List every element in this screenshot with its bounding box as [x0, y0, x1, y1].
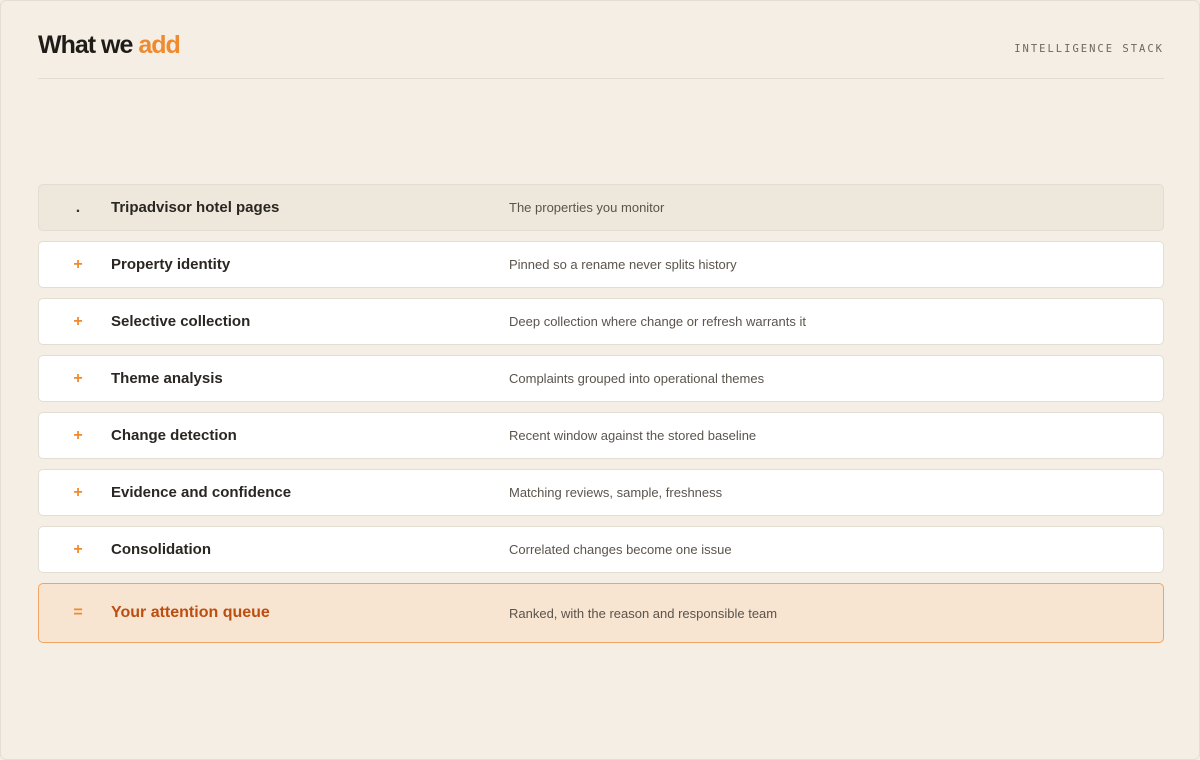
- plus-icon: +: [73, 255, 83, 273]
- row-name: Change detection: [111, 427, 237, 444]
- stack-row-attention-queue: = Your attention queue Ranked, with the …: [38, 583, 1164, 643]
- plus-icon: +: [73, 540, 83, 558]
- stack-row-evidence: + Evidence and confidence Matching revie…: [38, 469, 1164, 516]
- stack-row-selective-collection: + Selective collection Deep collection w…: [38, 298, 1164, 345]
- section-kicker: INTELLIGENCE STACK: [1014, 43, 1164, 55]
- title-accent: add: [138, 31, 180, 59]
- page-frame: What we add INTELLIGENCE STACK . Tripadv…: [0, 0, 1200, 760]
- row-name: Your attention queue: [111, 604, 270, 621]
- row-description: Pinned so a rename never splits history: [509, 257, 737, 272]
- plus-icon: +: [73, 426, 83, 444]
- page-title: What we add: [38, 31, 181, 60]
- row-description: Complaints grouped into operational them…: [509, 371, 765, 386]
- row-name: Selective collection: [111, 313, 251, 330]
- row-name: Tripadvisor hotel pages: [111, 199, 280, 216]
- row-description: Recent window against the stored baselin…: [509, 428, 757, 443]
- stack-row-consolidation: + Consolidation Correlated changes becom…: [38, 526, 1164, 573]
- plus-icon: +: [73, 483, 83, 501]
- equals-icon: =: [73, 604, 83, 621]
- title-main: What we: [38, 31, 139, 59]
- stack-row-change-detection: + Change detection Recent window against…: [38, 412, 1164, 459]
- row-description: Correlated changes become one issue: [509, 542, 732, 557]
- row-description: Deep collection where change or refresh …: [509, 314, 806, 329]
- dot-icon: .: [75, 198, 81, 216]
- row-name: Theme analysis: [111, 370, 223, 387]
- row-description: The properties you monitor: [509, 200, 665, 215]
- row-name: Evidence and confidence: [111, 484, 292, 501]
- row-name: Consolidation: [111, 541, 211, 558]
- stack-row-theme-analysis: + Theme analysis Complaints grouped into…: [38, 355, 1164, 402]
- header: What we add INTELLIGENCE STACK: [38, 29, 1164, 79]
- stack-row-property-identity: + Property identity Pinned so a rename n…: [38, 241, 1164, 288]
- row-description: Ranked, with the reason and responsible …: [509, 605, 778, 621]
- row-name: Property identity: [111, 256, 231, 273]
- row-description: Matching reviews, sample, freshness: [509, 485, 723, 500]
- stack-row-source: . Tripadvisor hotel pages The properties…: [38, 184, 1164, 231]
- stack-list: . Tripadvisor hotel pages The properties…: [38, 184, 1164, 653]
- plus-icon: +: [73, 312, 83, 330]
- plus-icon: +: [73, 369, 83, 387]
